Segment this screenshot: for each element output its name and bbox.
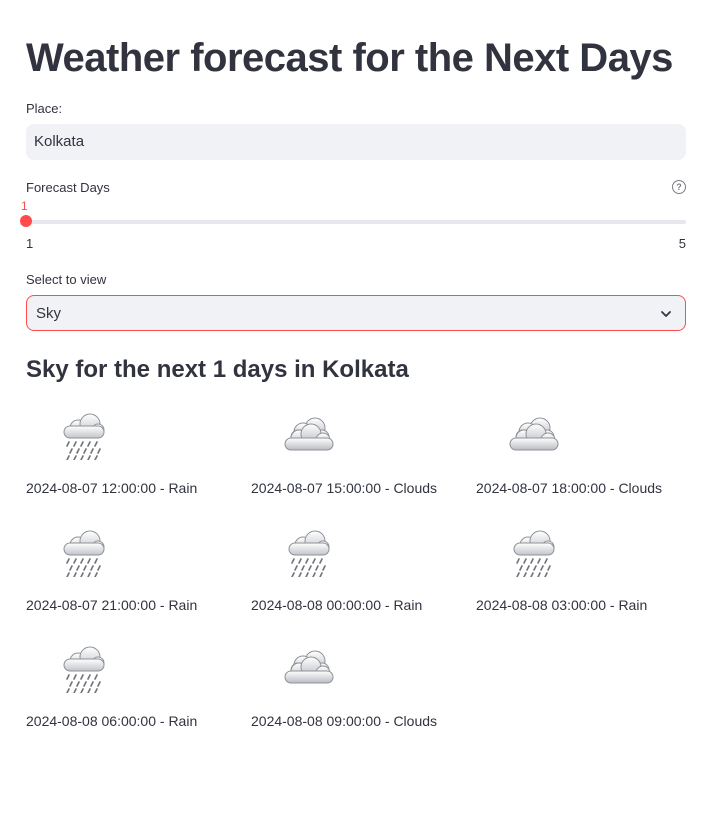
forecast-caption: 2024-08-08 09:00:00 - Clouds — [251, 713, 438, 729]
slider-current-value: 1 — [21, 199, 28, 213]
forecast-caption: 2024-08-07 15:00:00 - Clouds — [251, 480, 438, 496]
forecast-days-slider[interactable] — [26, 220, 686, 224]
page-title: Weather forecast for the Next Days — [26, 36, 673, 80]
forecast-item: 2024-08-08 00:00:00 - Rain — [251, 529, 471, 629]
forecast-caption: 2024-08-08 00:00:00 - Rain — [251, 597, 423, 613]
rain-icon — [56, 645, 112, 694]
forecast-caption: 2024-08-07 12:00:00 - Rain — [26, 480, 198, 496]
forecast-days-label: Forecast Days — [26, 180, 110, 195]
clouds-icon — [281, 412, 337, 460]
rain-icon — [56, 412, 112, 461]
forecast-item: 2024-08-08 03:00:00 - Rain — [476, 529, 696, 629]
results-heading: Sky for the next 1 days in Kolkata — [26, 356, 409, 383]
chevron-down-icon — [661, 311, 671, 317]
view-select-value: Sky — [36, 305, 62, 322]
place-label: Place: — [26, 101, 63, 116]
forecast-item: 2024-08-07 12:00:00 - Rain — [26, 412, 246, 512]
slider-thumb[interactable] — [20, 215, 32, 227]
forecast-caption: 2024-08-07 18:00:00 - Clouds — [476, 480, 663, 496]
forecast-item: 2024-08-08 09:00:00 - Clouds — [251, 645, 471, 745]
forecast-item: 2024-08-07 15:00:00 - Clouds — [251, 412, 471, 512]
forecast-caption: 2024-08-07 21:00:00 - Rain — [26, 597, 198, 613]
forecast-item: 2024-08-07 18:00:00 - Clouds — [476, 412, 696, 512]
view-select-label: Select to view — [26, 272, 107, 287]
view-select[interactable]: Sky — [26, 295, 686, 331]
forecast-item: 2024-08-08 06:00:00 - Rain — [26, 645, 246, 745]
question-circle-icon[interactable]: ? — [672, 180, 686, 194]
place-input[interactable]: Kolkata — [26, 124, 686, 160]
forecast-caption: 2024-08-08 06:00:00 - Rain — [26, 713, 198, 729]
clouds-icon — [506, 412, 562, 460]
slider-min-label: 1 — [26, 236, 34, 251]
forecast-item: 2024-08-07 21:00:00 - Rain — [26, 529, 246, 629]
rain-icon — [281, 529, 337, 578]
forecast-caption: 2024-08-08 03:00:00 - Rain — [476, 597, 648, 613]
clouds-icon — [281, 645, 337, 693]
rain-icon — [56, 529, 112, 578]
slider-max-label: 5 — [678, 236, 686, 251]
rain-icon — [506, 529, 562, 578]
